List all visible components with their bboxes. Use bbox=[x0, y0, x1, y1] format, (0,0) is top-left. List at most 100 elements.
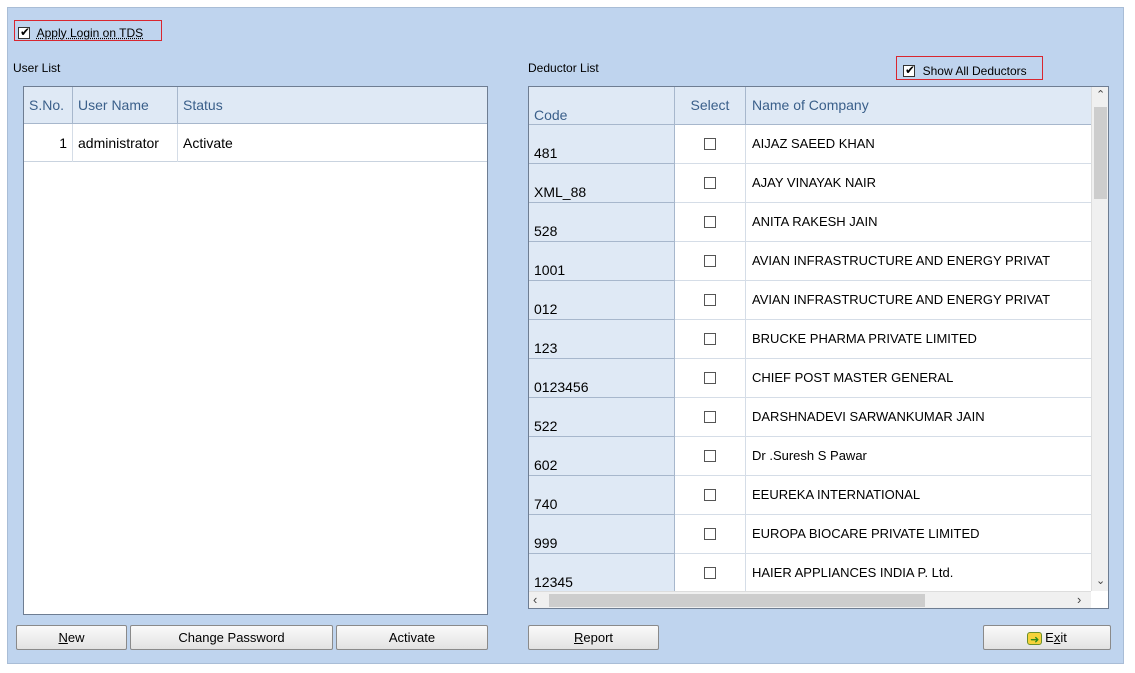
scroll-right-icon[interactable]: › bbox=[1077, 592, 1081, 607]
cell-name-of-company: BRUCKE PHARMA PRIVATE LIMITED bbox=[746, 320, 1091, 359]
cell-name-of-company: AIJAZ SAEED KHAN bbox=[746, 125, 1091, 164]
select-checkbox[interactable] bbox=[704, 294, 716, 306]
deductor-list-title: Deductor List bbox=[528, 61, 599, 75]
select-checkbox[interactable] bbox=[704, 216, 716, 228]
select-checkbox[interactable] bbox=[704, 450, 716, 462]
select-checkbox[interactable] bbox=[704, 372, 716, 384]
horizontal-scrollbar[interactable]: ‹ › bbox=[529, 591, 1091, 608]
cell-code: 528 bbox=[529, 203, 675, 242]
apply-login-checkbox[interactable] bbox=[18, 25, 30, 39]
cell-user-name: administrator bbox=[73, 124, 178, 162]
table-row[interactable]: 123 BRUCKE PHARMA PRIVATE LIMITED bbox=[529, 320, 1091, 359]
table-row[interactable]: 1001 AVIAN INFRASTRUCTURE AND ENERGY PRIV… bbox=[529, 242, 1091, 281]
cell-name-of-company: AJAY VINAYAK NAIR bbox=[746, 164, 1091, 203]
deductor-list-grid: Code Select Name of Company 481 AIJAZ SAE… bbox=[528, 86, 1109, 609]
scroll-left-icon[interactable]: ‹ bbox=[533, 592, 537, 607]
cell-code: 602 bbox=[529, 437, 675, 476]
select-checkbox[interactable] bbox=[704, 411, 716, 423]
table-row[interactable]: 740 EEUREKA INTERNATIONAL bbox=[529, 476, 1091, 515]
cell-name-of-company: EEUREKA INTERNATIONAL bbox=[746, 476, 1091, 515]
cell-code: 12345 bbox=[529, 554, 675, 593]
select-checkbox[interactable] bbox=[704, 255, 716, 267]
cell-select bbox=[675, 164, 746, 203]
col-name-of-company[interactable]: Name of Company bbox=[746, 87, 1091, 125]
tds-login-window: Apply Login on TDS User List S.No. User … bbox=[7, 7, 1124, 664]
show-all-deductors-group[interactable]: Show All Deductors bbox=[896, 56, 1043, 80]
cell-code: 123 bbox=[529, 320, 675, 359]
user-list-title: User List bbox=[13, 61, 61, 75]
cell-sno: 1 bbox=[24, 124, 73, 162]
cell-select bbox=[675, 515, 746, 554]
new-label: ew bbox=[67, 630, 85, 645]
table-row[interactable]: XML_88 AJAY VINAYAK NAIR bbox=[529, 164, 1091, 203]
vertical-scroll-thumb[interactable] bbox=[1094, 107, 1107, 199]
col-select[interactable]: Select bbox=[675, 87, 746, 125]
cell-name-of-company: Dr .Suresh S Pawar bbox=[746, 437, 1091, 476]
table-row[interactable]: 999 EUROPA BIOCARE PRIVATE LIMITED bbox=[529, 515, 1091, 554]
table-row[interactable]: 481 AIJAZ SAEED KHAN bbox=[529, 125, 1091, 164]
report-button[interactable]: Report bbox=[528, 625, 659, 650]
horizontal-scroll-thumb[interactable] bbox=[549, 594, 925, 607]
select-checkbox[interactable] bbox=[704, 138, 716, 150]
cell-status: Activate bbox=[183, 135, 233, 151]
exit-icon: ➜ bbox=[1027, 632, 1043, 646]
table-row[interactable]: 1 administrator Activate bbox=[24, 124, 487, 162]
exit-label: it bbox=[1060, 630, 1067, 645]
cell-code: 012 bbox=[529, 281, 675, 320]
select-checkbox[interactable] bbox=[704, 567, 716, 579]
deductor-list-header: Code Select Name of Company bbox=[529, 87, 1091, 125]
cell-select bbox=[675, 554, 746, 593]
cell-name-of-company: HAIER APPLIANCES INDIA P. Ltd. bbox=[746, 554, 1091, 593]
cell-name-of-company: AVIAN INFRASTRUCTURE AND ENERGY PRIVAT bbox=[746, 281, 1091, 320]
col-user-name[interactable]: User Name bbox=[73, 87, 178, 123]
select-checkbox[interactable] bbox=[704, 177, 716, 189]
table-row[interactable]: 528 ANITA RAKESH JAIN bbox=[529, 203, 1091, 242]
table-row[interactable]: 012 AVIAN INFRASTRUCTURE AND ENERGY PRIVA… bbox=[529, 281, 1091, 320]
activate-label: Activate bbox=[388, 630, 436, 645]
cell-code: 522 bbox=[529, 398, 675, 437]
apply-login-checkbox-group[interactable]: Apply Login on TDS bbox=[14, 20, 162, 41]
cell-name-of-company: ANITA RAKESH JAIN bbox=[746, 203, 1091, 242]
show-all-deductors-checkbox[interactable] bbox=[903, 63, 915, 77]
new-button[interactable]: New bbox=[16, 625, 127, 650]
cell-select bbox=[675, 359, 746, 398]
activate-button[interactable]: Activate bbox=[336, 625, 488, 650]
apply-login-label[interactable]: Apply Login on TDS bbox=[37, 26, 144, 40]
report-mnemonic: R bbox=[573, 630, 584, 645]
new-mnemonic: N bbox=[58, 630, 68, 645]
cell-code: 1001 bbox=[529, 242, 675, 281]
show-all-deductors-label[interactable]: Show All Deductors bbox=[923, 64, 1027, 78]
table-row[interactable]: 602 Dr .Suresh S Pawar bbox=[529, 437, 1091, 476]
cell-name-of-company: CHIEF POST MASTER GENERAL bbox=[746, 359, 1091, 398]
cell-select bbox=[675, 242, 746, 281]
exit-button[interactable]: ➜ Exit bbox=[983, 625, 1111, 650]
select-checkbox[interactable] bbox=[704, 528, 716, 540]
scroll-down-icon[interactable]: ⌄ bbox=[1096, 574, 1105, 587]
cell-code: 740 bbox=[529, 476, 675, 515]
col-status[interactable]: Status bbox=[178, 87, 487, 123]
table-row[interactable]: 0123456 CHIEF POST MASTER GENERAL bbox=[529, 359, 1091, 398]
cell-name-of-company: EUROPA BIOCARE PRIVATE LIMITED bbox=[746, 515, 1091, 554]
cell-select bbox=[675, 476, 746, 515]
cell-select bbox=[675, 398, 746, 437]
cell-code: 999 bbox=[529, 515, 675, 554]
user-list-grid: S.No. User Name Status 1 administrator A… bbox=[23, 86, 488, 615]
select-checkbox[interactable] bbox=[704, 333, 716, 345]
cell-code: 481 bbox=[529, 125, 675, 164]
cell-select bbox=[675, 125, 746, 164]
table-row[interactable]: 522 DARSHNADEVI SARWANKUMAR JAIN bbox=[529, 398, 1091, 437]
col-sno[interactable]: S.No. bbox=[24, 87, 73, 123]
table-row[interactable]: 12345 HAIER APPLIANCES INDIA P. Ltd. bbox=[529, 554, 1091, 593]
cell-name-of-company: AVIAN INFRASTRUCTURE AND ENERGY PRIVAT bbox=[746, 242, 1091, 281]
col-code[interactable]: Code bbox=[529, 87, 675, 125]
scroll-up-icon[interactable]: ⌃ bbox=[1096, 88, 1105, 101]
cell-select bbox=[675, 320, 746, 359]
change-password-label: Change Password bbox=[178, 630, 285, 645]
cell-select bbox=[675, 281, 746, 320]
vertical-scrollbar[interactable]: ⌃ ⌄ bbox=[1091, 87, 1108, 591]
select-checkbox[interactable] bbox=[704, 489, 716, 501]
cell-select bbox=[675, 203, 746, 242]
cell-code: 0123456 bbox=[529, 359, 675, 398]
cell-code: XML_88 bbox=[529, 164, 675, 203]
change-password-button[interactable]: Change Password bbox=[130, 625, 333, 650]
